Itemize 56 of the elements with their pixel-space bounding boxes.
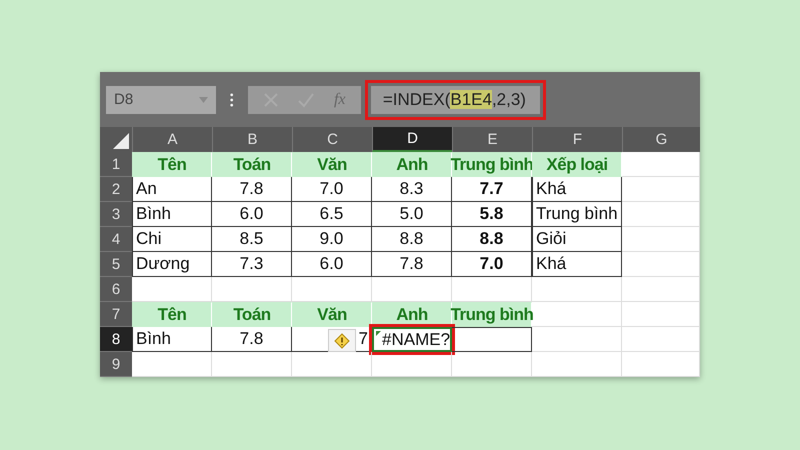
table-cell: 7.8 [212, 177, 292, 202]
header-cell: Trung bình [452, 302, 532, 327]
table-cell: Khá [532, 252, 622, 277]
name-box[interactable]: D8 [106, 86, 216, 114]
header-cell: Xếp loại [532, 152, 622, 177]
table-cell: Bình [132, 327, 212, 352]
header-cell: Trung bình [452, 152, 532, 177]
header-cell: Toán [212, 152, 292, 177]
error-indicator-icon [376, 331, 381, 336]
table-cell: 8.8 [452, 227, 532, 252]
error-smart-tag[interactable] [328, 329, 356, 352]
warning-icon [334, 332, 350, 348]
table-cell: Khá [532, 177, 622, 202]
row-header[interactable]: 3 [100, 202, 132, 227]
row-header[interactable]: 1 [100, 152, 132, 177]
table-cell: Giỏi [532, 227, 622, 252]
table-cell: An [132, 177, 212, 202]
table-cell: 8.3 [372, 177, 452, 202]
row-header[interactable]: 8 [100, 327, 132, 352]
formula-bar[interactable]: =INDEX(B1E4,2,3) [370, 86, 540, 114]
table-cell: 5.8 [452, 202, 532, 227]
table-cell: 7.7 [452, 177, 532, 202]
table-cell: 7.3 [212, 252, 292, 277]
header-cell: Tên [132, 302, 212, 327]
row-header[interactable]: 5 [100, 252, 132, 277]
dropdown-icon[interactable] [199, 96, 208, 102]
table-cell: 8.5 [212, 227, 292, 252]
header-cell: Anh [372, 152, 452, 177]
header-cell: Toán [212, 302, 292, 327]
row-header[interactable]: 4 [100, 227, 132, 252]
table-cell: 7.8 [372, 252, 452, 277]
table-cell: 8.8 [372, 227, 452, 252]
row-header[interactable]: 7 [100, 302, 132, 327]
table-cell: 6.0 [292, 252, 372, 277]
table-cell: 6.5 [292, 202, 372, 227]
table-cell: Dương [132, 252, 212, 277]
table-cell: 7.0 [292, 177, 372, 202]
header-cell: Văn [292, 302, 372, 327]
column-header[interactable]: G [622, 127, 700, 152]
column-header[interactable]: D [372, 127, 452, 152]
row-header[interactable]: 2 [100, 177, 132, 202]
header-cell: Văn [292, 152, 372, 177]
table-cell: Trung bình [532, 202, 622, 227]
select-all-icon[interactable] [113, 133, 129, 149]
more-icon[interactable] [230, 92, 234, 108]
header-cell: Tên [132, 152, 212, 177]
row-header[interactable]: 6 [100, 277, 132, 302]
table-cell: Chi [132, 227, 212, 252]
table-cell: Bình [132, 202, 212, 227]
formula-text: =INDEX(B1E4,2,3) [382, 90, 526, 110]
table-cell: 7.8 [212, 327, 292, 352]
table-cell: 5.0 [372, 202, 452, 227]
row-header[interactable]: 9 [100, 352, 132, 377]
table-cell: 9.0 [292, 227, 372, 252]
table-cell: 7.0 [452, 252, 532, 277]
table-cell: 6.0 [212, 202, 292, 227]
